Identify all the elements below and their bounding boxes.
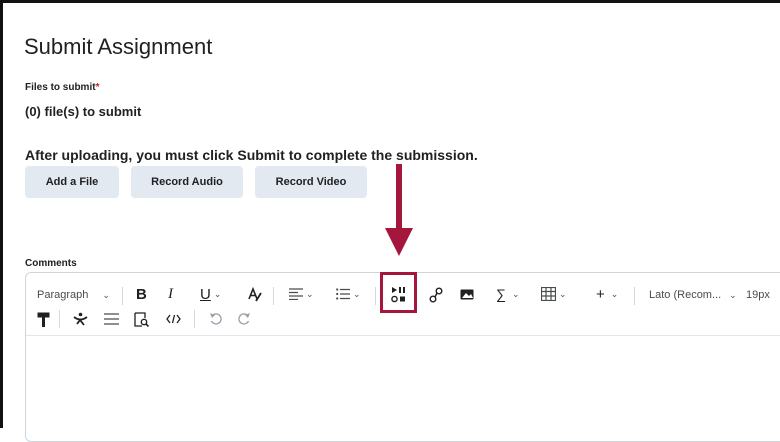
table-dropdown[interactable]: ⌄ (541, 287, 567, 301)
align-left-icon (289, 288, 303, 300)
code-icon (166, 314, 181, 324)
insert-stuff-highlight-box (380, 272, 417, 313)
page-title: Submit Assignment (24, 34, 213, 59)
font-size-dropdown[interactable]: 19px (746, 289, 770, 301)
paragraph-format-label: Paragraph (37, 289, 89, 301)
font-family-value: Lato (Recom... (649, 289, 722, 301)
preview-button[interactable] (134, 312, 149, 327)
toolbar-separator (194, 310, 195, 328)
chevron-down-icon: ⌄ (610, 289, 619, 299)
redo-icon (238, 313, 250, 325)
undo-button[interactable] (209, 312, 222, 326)
italic-button[interactable]: I (168, 286, 173, 303)
toolbar-separator (122, 287, 123, 305)
chevron-down-icon: ⌄ (729, 289, 737, 300)
chevron-down-icon: ⌄ (306, 288, 314, 299)
line-spacing-icon (104, 313, 119, 325)
insert-image-button[interactable] (460, 289, 474, 300)
add-file-button[interactable]: Add a File (25, 166, 119, 198)
pointer-arrow (385, 164, 413, 256)
insert-link-button[interactable] (429, 287, 443, 303)
format-painter-icon (37, 312, 50, 327)
record-video-button[interactable]: Record Video (255, 166, 367, 198)
paragraph-format-dropdown[interactable]: Paragraph ⌄ (37, 289, 110, 301)
font-family-dropdown[interactable]: Lato (Recom... ⌄ (649, 289, 737, 301)
toolbar-divider (26, 335, 780, 336)
align-dropdown[interactable]: ⌄ (289, 288, 314, 300)
upload-note: After uploading, you must click Submit t… (25, 147, 478, 163)
files-to-submit-label: Files to submit* (25, 82, 99, 93)
text-color-button[interactable] (246, 287, 262, 303)
toolbar-separator (375, 287, 376, 305)
files-count: (0) file(s) to submit (25, 104, 142, 119)
line-spacing-button[interactable] (104, 313, 119, 326)
toolbar-separator (273, 287, 274, 305)
source-code-button[interactable] (166, 314, 181, 324)
link-icon (429, 287, 443, 303)
text-color-icon (248, 287, 262, 302)
chevron-down-icon: ⌄ (102, 289, 110, 300)
bulleted-list-icon (336, 288, 350, 300)
accessibility-checker-button[interactable] (73, 312, 88, 327)
toolbar-separator (59, 310, 60, 328)
required-marker: * (95, 82, 100, 93)
accessibility-icon (73, 312, 88, 326)
list-dropdown[interactable]: ⌄ (336, 288, 361, 300)
files-label-text: Files to submit (25, 82, 96, 93)
chevron-down-icon: ⌄ (353, 288, 361, 299)
image-icon (460, 289, 474, 300)
record-audio-button[interactable]: Record Audio (131, 166, 243, 198)
bold-button[interactable]: B (136, 286, 147, 303)
font-size-value: 19px (746, 289, 770, 301)
insert-more-dropdown[interactable]: + ⌄ (596, 286, 618, 303)
undo-icon (210, 313, 222, 325)
sigma-icon: ∑ (496, 286, 506, 302)
redo-button[interactable] (238, 312, 251, 326)
plus-icon: + (596, 286, 605, 303)
chevron-down-icon: ⌄ (559, 288, 567, 299)
chevron-down-icon: ⌄ (213, 289, 222, 299)
table-icon (541, 287, 556, 301)
equation-dropdown[interactable]: ∑ ⌄ (496, 286, 520, 302)
toolbar-separator (634, 287, 635, 305)
format-painter-button[interactable] (37, 312, 50, 327)
preview-icon (134, 312, 149, 327)
underline-dropdown[interactable]: U ⌄ (200, 286, 221, 303)
comments-label: Comments (25, 258, 77, 269)
underline-icon: U (200, 286, 211, 303)
chevron-down-icon: ⌄ (511, 288, 520, 299)
